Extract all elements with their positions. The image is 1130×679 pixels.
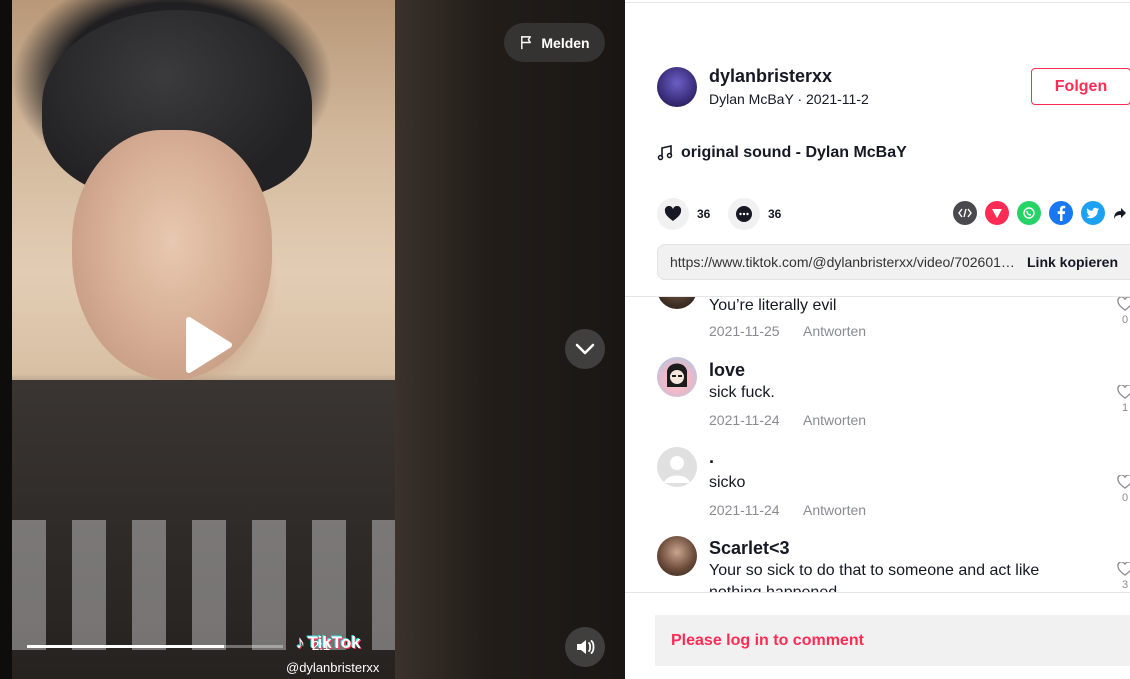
send-icon[interactable] xyxy=(985,201,1009,225)
progress-fill xyxy=(27,645,225,648)
share-link-url[interactable]: https://www.tiktok.com/@dylanbristerxx/v… xyxy=(670,254,1015,270)
report-label: Melden xyxy=(541,34,590,51)
video-player[interactable]: Melden ♪ TikTok 2:1 @dylanbristerxx xyxy=(0,0,625,679)
comment-author[interactable]: love xyxy=(709,360,745,381)
heart-outline-icon xyxy=(1117,561,1130,576)
comment-author[interactable]: . xyxy=(709,447,714,468)
login-to-comment-button[interactable]: Please log in to comment xyxy=(655,615,1130,666)
author-subline: Dylan McBaY · 2021-11-2 xyxy=(709,91,869,107)
comment-date: 2021-11-24 xyxy=(709,412,780,428)
comment-login-area: Please log in to comment xyxy=(625,592,1130,679)
reply-link[interactable]: Antworten xyxy=(803,502,866,518)
next-video-button[interactable] xyxy=(565,329,605,369)
facebook-icon[interactable] xyxy=(1049,201,1073,225)
reply-link[interactable]: Antworten xyxy=(803,323,866,339)
tiktok-logo-icon: ♪ xyxy=(296,633,305,652)
sound-label: original sound - Dylan McBaY xyxy=(681,144,907,161)
twitter-icon[interactable] xyxy=(1081,201,1105,225)
embed-icon[interactable] xyxy=(953,201,977,225)
comment-avatar[interactable] xyxy=(657,447,697,487)
flag-icon xyxy=(521,35,532,50)
share-arrow-icon[interactable] xyxy=(1113,201,1127,225)
comment-stat[interactable]: 36 xyxy=(728,198,781,230)
comment-list[interactable]: You’re literally evil 2021-11-25 Antwort… xyxy=(625,296,1130,593)
comment-like-count: 1 xyxy=(1121,402,1129,414)
sound-link[interactable]: original sound - Dylan McBaY xyxy=(657,144,907,162)
comment-date: 2021-11-25 xyxy=(709,323,780,339)
like-stat[interactable]: 36 xyxy=(657,198,710,230)
progress-bar[interactable] xyxy=(27,645,283,648)
music-note-icon xyxy=(657,145,673,161)
follow-button[interactable]: Folgen xyxy=(1031,68,1130,105)
watermark-handle: @dylanbristerxx xyxy=(286,660,380,675)
comment-avatar[interactable] xyxy=(657,297,697,309)
chevron-down-icon xyxy=(575,343,595,355)
play-icon[interactable] xyxy=(183,316,233,374)
comment-text: You’re literally evil xyxy=(709,297,837,314)
comment-bubble-icon xyxy=(736,206,752,222)
comment-like-count: 0 xyxy=(1121,314,1129,326)
comment-button[interactable] xyxy=(728,198,760,230)
comment-avatar[interactable] xyxy=(657,357,697,397)
avatar-illustration xyxy=(667,363,687,387)
comment-avatar[interactable] xyxy=(657,536,697,576)
heart-icon xyxy=(664,206,682,221)
comment-text: Your so sick to do that to someone and a… xyxy=(709,562,1040,579)
heart-outline-icon xyxy=(1117,297,1130,311)
heart-outline-icon xyxy=(1117,384,1130,399)
video-content-print xyxy=(12,520,395,650)
author-avatar[interactable] xyxy=(657,67,697,107)
details-panel: dylanbristerxx Dylan McBaY · 2021-11-2 F… xyxy=(625,0,1130,679)
author-username[interactable]: dylanbristerxx xyxy=(709,66,832,87)
comment-like[interactable]: 0 xyxy=(1115,474,1130,504)
video-time: 2:1 xyxy=(312,638,331,653)
like-count: 36 xyxy=(697,207,711,221)
reply-link[interactable]: Antworten xyxy=(803,412,866,428)
default-avatar-icon xyxy=(664,456,690,483)
video-content-face xyxy=(72,130,272,380)
video-edge xyxy=(0,0,12,679)
volume-icon xyxy=(577,640,595,654)
comment-like-count: 3 xyxy=(1121,579,1129,591)
heart-outline-icon xyxy=(1117,474,1130,489)
share-icons xyxy=(953,201,1127,225)
report-button[interactable]: Melden xyxy=(504,23,605,62)
volume-button[interactable] xyxy=(565,627,605,667)
comment-author[interactable]: Scarlet<3 xyxy=(709,538,790,559)
comment-text: sick fuck. xyxy=(709,384,775,401)
share-link-box: https://www.tiktok.com/@dylanbristerxx/v… xyxy=(657,244,1130,280)
comment-count: 36 xyxy=(768,207,782,221)
whatsapp-icon[interactable] xyxy=(1017,201,1041,225)
tiktok-video-page: Melden ♪ TikTok 2:1 @dylanbristerxx dyla… xyxy=(0,0,1130,679)
comment-like[interactable]: 0 xyxy=(1115,297,1130,326)
comment-like[interactable]: 1 xyxy=(1115,384,1130,414)
comment-like-count: 0 xyxy=(1121,492,1129,504)
like-button[interactable] xyxy=(657,198,689,230)
comment-text: sicko xyxy=(709,474,746,491)
divider xyxy=(625,2,1130,3)
comment-date: 2021-11-24 xyxy=(709,502,780,518)
copy-link-button[interactable]: Link kopieren xyxy=(1027,254,1118,270)
comment-like[interactable]: 3 xyxy=(1115,561,1130,591)
